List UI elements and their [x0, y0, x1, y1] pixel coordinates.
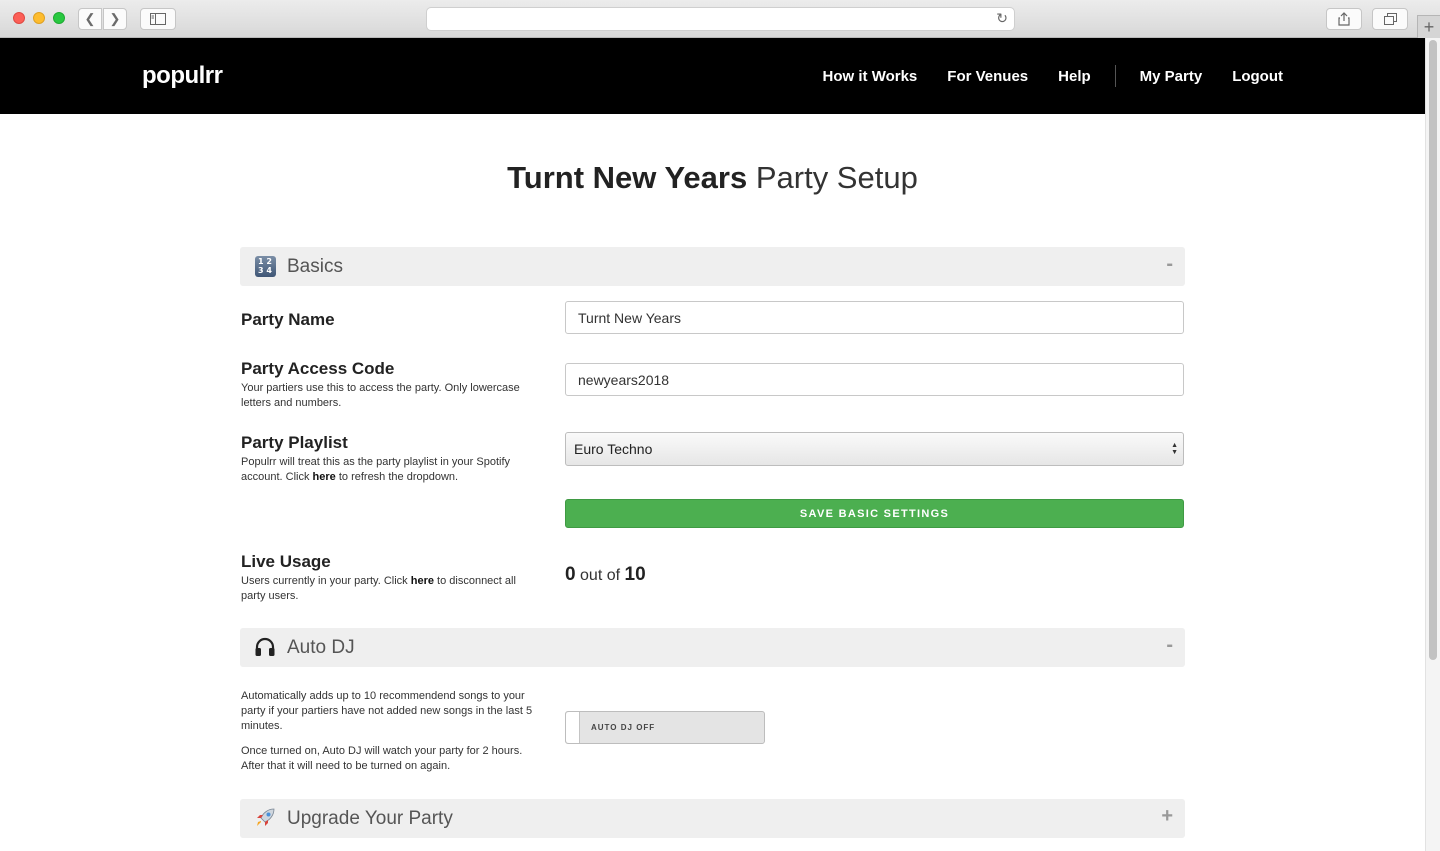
numbers-icon-glyph: 1 2 3 4 — [254, 255, 276, 277]
autodj-description: Automatically adds up to 10 recommendend… — [241, 689, 536, 784]
playlist-label: Party Playlist — [241, 433, 348, 452]
refresh-playlists-link[interactable]: here — [313, 471, 336, 483]
party-name-label-group: Party Name — [241, 310, 531, 332]
site-logo[interactable]: populrr — [142, 62, 223, 90]
autodj-toggle-label: AUTO DJ OFF — [591, 723, 656, 732]
nav-how-it-works[interactable]: How it Works — [823, 68, 918, 85]
basics-section-header[interactable]: 1 2 3 4 Basics - — [240, 247, 1185, 286]
page-title-suffix: Party Setup — [755, 160, 918, 195]
page-scrollbar[interactable] — [1425, 38, 1440, 851]
chevron-left-icon: ❮ — [84, 11, 96, 26]
live-usage-counter: 0 out of 10 — [565, 564, 646, 586]
share-icon — [1338, 12, 1350, 26]
site-navbar: populrr How it Works For Venues Help My … — [0, 38, 1425, 114]
basics-section-title: Basics — [287, 256, 343, 277]
party-name-input[interactable] — [565, 301, 1184, 334]
rocket-icon-glyph — [257, 808, 275, 826]
autodj-desc-1: Automatically adds up to 10 recommendend… — [241, 690, 533, 732]
nav-for-venues[interactable]: For Venues — [947, 68, 1028, 85]
nav-my-party[interactable]: My Party — [1140, 68, 1203, 85]
autodj-section-header[interactable]: Auto DJ - — [240, 628, 1185, 667]
upgrade-section-title: Upgrade Your Party — [287, 808, 453, 829]
close-window-button[interactable] — [13, 12, 25, 24]
live-usage-label: Live Usage — [241, 552, 331, 571]
browser-toolbar: ❮ ❯ ↻ — [0, 0, 1440, 38]
autodj-desc-2: Once turned on, Auto DJ will watch your … — [241, 745, 523, 772]
toggle-knob — [566, 712, 580, 743]
forward-button[interactable]: ❯ — [103, 8, 127, 30]
page-title: Turnt New Years Party Setup — [0, 160, 1425, 196]
sidebar-icon — [150, 13, 166, 25]
tabs-overview-button[interactable] — [1372, 8, 1408, 30]
access-code-help: Your partiers use this to access the par… — [241, 382, 520, 409]
headphones-icon-glyph — [255, 637, 275, 656]
live-usage-help-text: Users currently in your party. Click — [241, 575, 411, 587]
scrollbar-thumb[interactable] — [1429, 40, 1437, 660]
share-button[interactable] — [1326, 8, 1362, 30]
reload-icon[interactable]: ↻ — [996, 11, 1008, 27]
playlist-selected-value: Euro Techno — [574, 441, 653, 457]
zoom-window-button[interactable] — [53, 12, 65, 24]
save-basic-settings-button[interactable]: SAVE BASIC SETTINGS — [565, 499, 1184, 528]
max-users-count: 10 — [624, 564, 646, 585]
current-users-count: 0 — [565, 564, 576, 585]
nav-help[interactable]: Help — [1058, 68, 1091, 85]
access-code-label-group: Party Access Code Your partiers use this… — [241, 359, 531, 411]
chevron-right-icon: ❯ — [109, 11, 121, 26]
live-usage-label-group: Live Usage Users currently in your party… — [241, 552, 531, 604]
rocket-icon — [253, 806, 277, 830]
numbers-icon: 1 2 3 4 — [253, 254, 277, 278]
basics-collapse-toggle[interactable]: - — [1166, 253, 1173, 276]
nav-divider — [1114, 65, 1116, 87]
select-arrows-icon: ▲ ▼ — [1171, 442, 1178, 456]
autodj-toggle-switch[interactable]: AUTO DJ OFF — [565, 711, 765, 744]
nav-logout[interactable]: Logout — [1232, 68, 1283, 85]
upgrade-section-header[interactable]: Upgrade Your Party + — [240, 799, 1185, 838]
plus-icon: + — [1423, 16, 1435, 37]
disconnect-users-link[interactable]: here — [411, 575, 434, 587]
minimize-window-button[interactable] — [33, 12, 45, 24]
usage-separator: out of — [580, 567, 621, 584]
party-name-label: Party Name — [241, 310, 335, 329]
sidebar-button[interactable] — [140, 8, 176, 30]
upgrade-expand-toggle[interactable]: + — [1161, 805, 1173, 828]
access-code-input[interactable] — [565, 363, 1184, 396]
playlist-select[interactable]: Euro Techno ▲ ▼ — [565, 432, 1184, 466]
playlist-label-group: Party Playlist Populrr will treat this a… — [241, 433, 531, 485]
access-code-label: Party Access Code — [241, 359, 395, 378]
tabs-icon — [1383, 13, 1397, 25]
autodj-collapse-toggle[interactable]: - — [1166, 634, 1173, 657]
autodj-section-title: Auto DJ — [287, 637, 355, 658]
playlist-help: Populrr will treat this as the party pla… — [241, 455, 531, 485]
party-name-title: Turnt New Years — [507, 160, 748, 195]
headphones-icon — [253, 635, 277, 659]
back-button[interactable]: ❮ — [78, 8, 102, 30]
new-tab-button[interactable]: + — [1417, 15, 1440, 38]
address-bar[interactable]: ↻ — [426, 7, 1015, 31]
live-usage-help: Users currently in your party. Click her… — [241, 574, 531, 604]
playlist-help-suffix: to refresh the dropdown. — [335, 471, 459, 483]
nav-links: How it Works For Venues Help My Party Lo… — [793, 38, 1283, 114]
